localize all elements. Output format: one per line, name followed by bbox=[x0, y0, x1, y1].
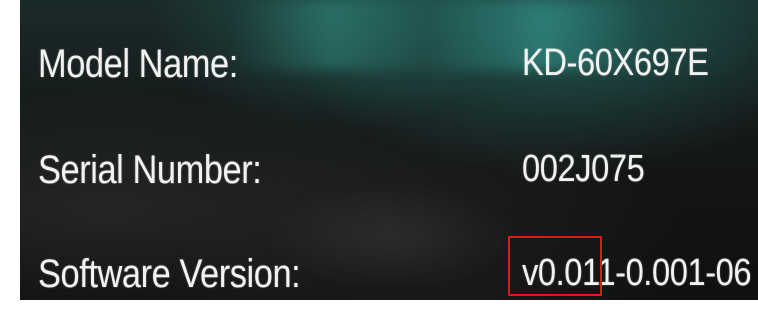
model-name-label: Model Name: bbox=[38, 42, 238, 86]
tv-screen-photo: Model Name: KD-60X697E Serial Number: 00… bbox=[20, 0, 758, 300]
serial-number-row: Serial Number: 002J075 bbox=[20, 148, 758, 208]
model-name-value: KD-60X697E bbox=[522, 42, 709, 84]
software-version-row: Software Version: v0.011-0.001-06 bbox=[20, 252, 758, 300]
model-name-row: Model Name: KD-60X697E bbox=[20, 42, 758, 102]
serial-number-value: 002J075 bbox=[522, 148, 645, 190]
version-highlight-box bbox=[508, 236, 602, 296]
serial-number-label: Serial Number: bbox=[38, 148, 262, 192]
software-version-label: Software Version: bbox=[38, 252, 301, 296]
